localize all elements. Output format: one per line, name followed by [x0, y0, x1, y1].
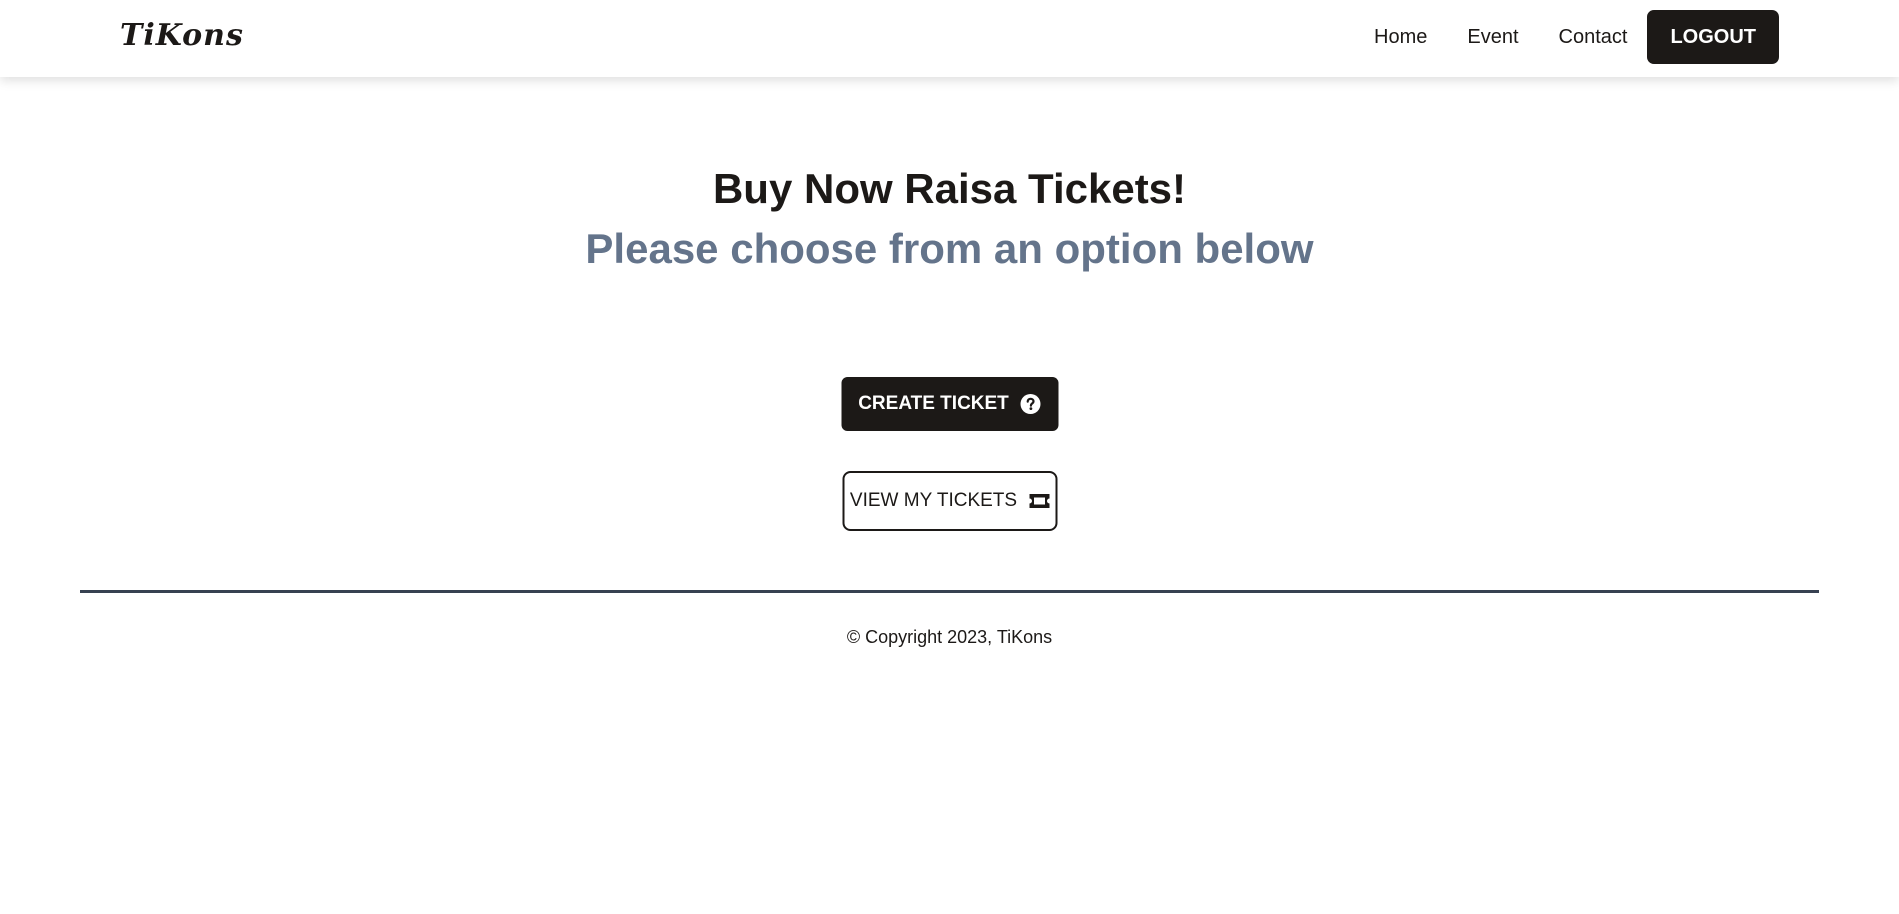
- footer-copyright: © Copyright 2023, TiKons: [846, 627, 1053, 647]
- view-my-tickets-label: VIEW MY TICKETS: [849, 490, 1018, 511]
- create-ticket-label: CREATE TICKET: [858, 393, 1009, 414]
- nav-link-event[interactable]: Event: [1467, 26, 1518, 49]
- page-subtitle: Please choose from an option below: [585, 225, 1314, 272]
- logout-button[interactable]: LOGOUT: [1647, 10, 1779, 64]
- brand-logo[interactable]: TiKons: [120, 18, 244, 53]
- footer-divider: [80, 590, 1819, 593]
- hero-section: Buy Now Raisa Tickets! Please choose fro…: [0, 162, 1899, 276]
- nav-link-contact[interactable]: Contact: [1559, 26, 1628, 49]
- page-title: Buy Now Raisa Tickets!: [712, 165, 1187, 212]
- nav-link-home[interactable]: Home: [1374, 26, 1427, 49]
- nav-links: Home Event Contact LOGOUT: [1374, 10, 1779, 64]
- view-my-tickets-button[interactable]: VIEW MY TICKETS: [842, 471, 1057, 531]
- top-navbar: TiKons Home Event Contact LOGOUT: [0, 0, 1899, 77]
- ticket-icon: [1029, 494, 1050, 508]
- create-ticket-button[interactable]: CREATE TICKET: [841, 377, 1058, 431]
- question-circle-icon: [1020, 394, 1041, 414]
